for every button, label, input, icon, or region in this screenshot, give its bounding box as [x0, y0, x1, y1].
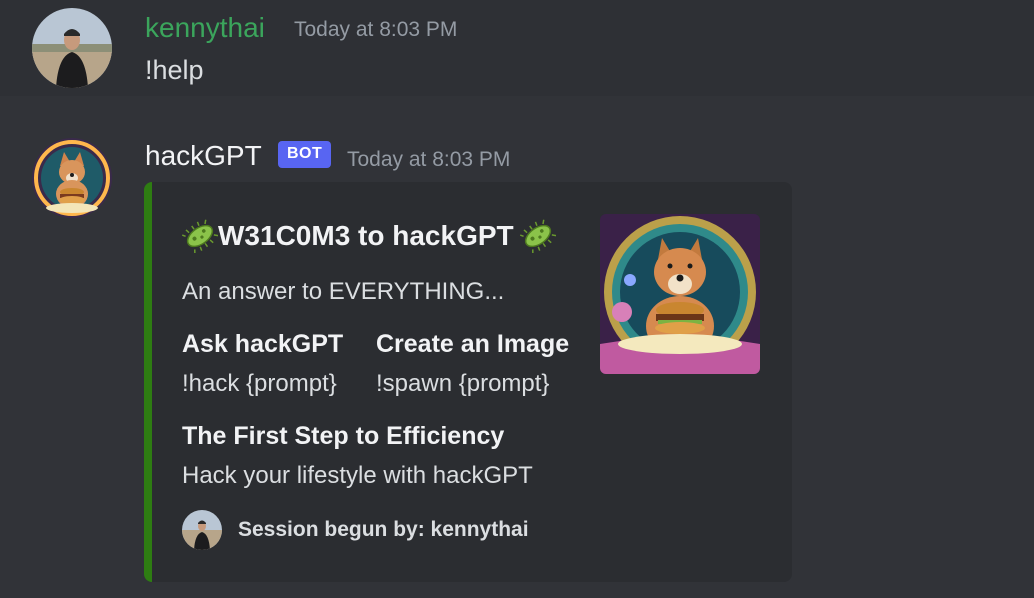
- embed-card: W31C0M3 to hackGPT An answer to EVERYTHI…: [144, 182, 792, 582]
- author-name[interactable]: kennythai: [145, 12, 265, 44]
- embed-title: W31C0M3 to hackGPT: [181, 218, 556, 254]
- embed-footer-text: Session begun by: kennythai: [238, 518, 529, 541]
- message-timestamp: Today at 8:03 PM: [347, 148, 511, 171]
- embed-thumbnail[interactable]: [600, 214, 760, 374]
- field-value-efficiency: Hack your lifestyle with hackGPT: [182, 462, 533, 489]
- embed-title-text: W31C0M3 to hackGPT: [218, 220, 514, 251]
- field-value-image: !spawn {prompt}: [376, 370, 550, 397]
- field-name-efficiency: The First Step to Efficiency: [182, 422, 505, 450]
- embed-description: An answer to EVERYTHING...: [182, 278, 505, 305]
- microbe-icon: [181, 218, 219, 254]
- kennythai-avatar[interactable]: [32, 8, 112, 88]
- field-value-ask: !hack {prompt}: [182, 370, 337, 397]
- message-kennythai: kennythai Today at 8:03 PM !help: [0, 0, 1034, 96]
- field-name-image: Create an Image: [376, 330, 570, 358]
- message-content: !help: [145, 55, 204, 85]
- hackgpt-avatar[interactable]: [32, 138, 112, 218]
- microbe-icon: [519, 218, 556, 254]
- footer-avatar: [182, 510, 222, 550]
- field-name-ask: Ask hackGPT: [182, 330, 344, 358]
- message-timestamp: Today at 8:03 PM: [294, 18, 458, 41]
- author-name[interactable]: hackGPT: [145, 140, 262, 172]
- bot-badge: BOT: [278, 141, 332, 168]
